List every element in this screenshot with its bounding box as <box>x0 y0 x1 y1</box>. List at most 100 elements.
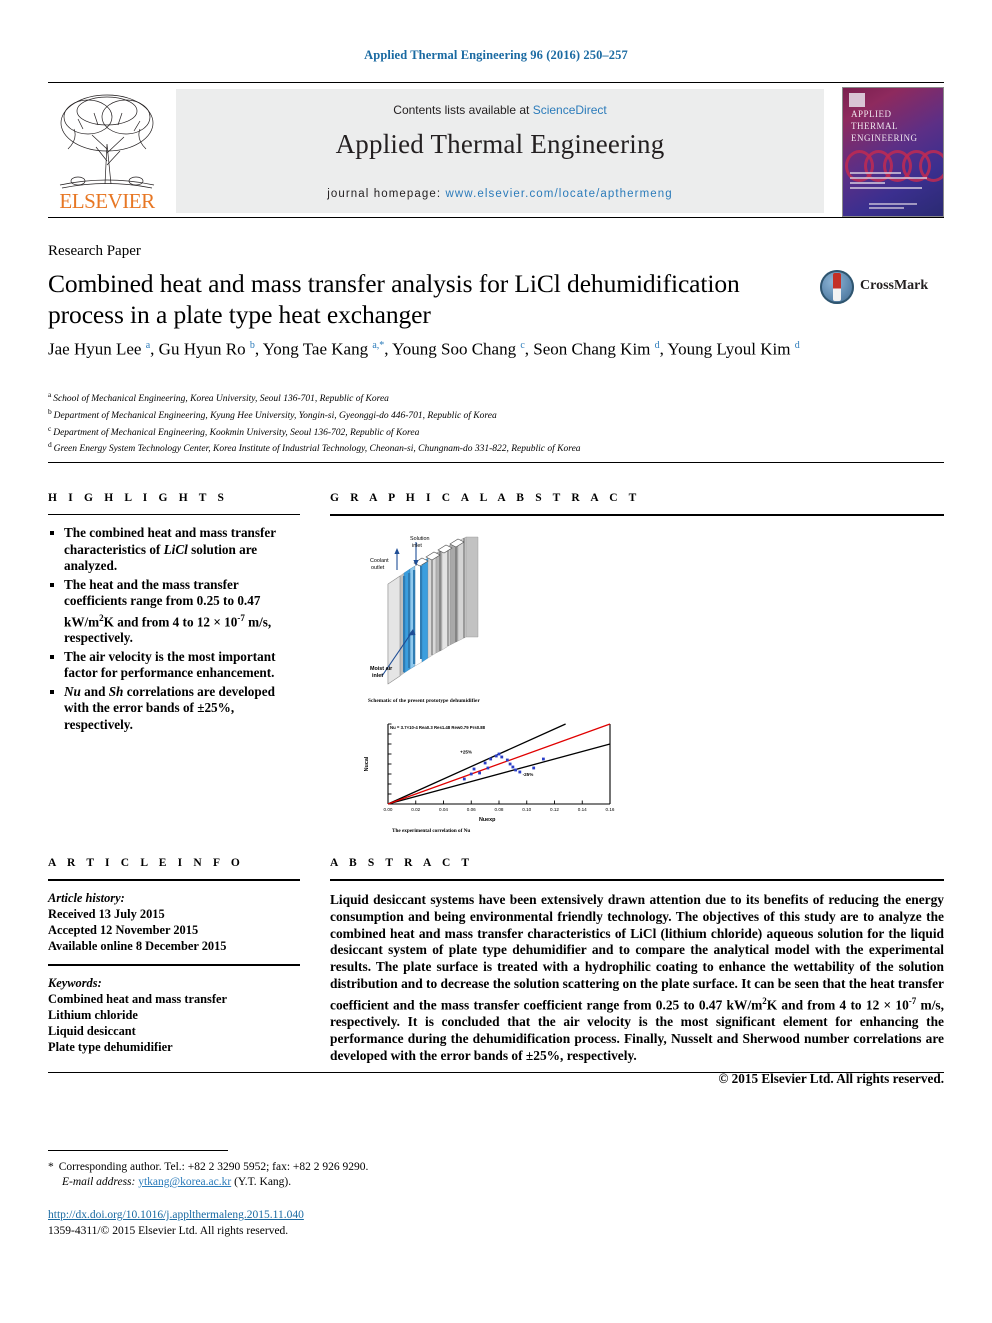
crossmark-badge[interactable]: CrossMark <box>820 270 930 306</box>
article-info-heading: A R T I C L E I N F O <box>48 857 244 869</box>
footnote-text: Corresponding author. Tel.: +82 2 3290 5… <box>58 1161 369 1173</box>
x-tick-label: 0.02 <box>411 807 420 812</box>
svg-text:outlet: outlet <box>371 565 385 571</box>
keyword-item: Plate type dehumidifier <box>48 1040 173 1054</box>
plus-band-label: +25% <box>460 750 472 755</box>
abstract-text: Liquid desiccant systems have been exten… <box>330 892 944 1063</box>
crossmark-label: CrossMark <box>860 278 929 293</box>
svg-text:inlet: inlet <box>372 673 383 679</box>
keywords-values: Combined heat and mass transfer Lithium c… <box>48 991 300 1055</box>
journal-homepage-line: journal homepage: www.elsevier.com/locat… <box>176 188 824 200</box>
running-head: Applied Thermal Engineering 96 (2016) 25… <box>364 48 628 62</box>
affiliation-list: a School of Mechanical Engineering, Kore… <box>48 389 838 456</box>
chart-caption: The experimental correlation of Nu <box>392 828 471 834</box>
homepage-link[interactable]: www.elsevier.com/locate/apthermeng <box>446 188 673 200</box>
footnote-corresponding-author: * Corresponding author. Tel.: +82 2 3290 … <box>48 1160 608 1190</box>
chart-canvas: 0.00 0.02 0.04 0.06 0.08 0.10 0.12 0.14 0.16 +25%… <box>364 723 615 823</box>
article-info-column: A R T I C L E I N F O Article history: R… <box>48 857 300 1055</box>
footnote-rule <box>48 1150 228 1151</box>
issn-copyright: 1359-4311/© 2015 Elsevier Ltd. All right… <box>48 1225 289 1237</box>
plate-stack-drawing: Solution inlet Coolant outlet Moist air … <box>370 536 479 685</box>
doi-link[interactable]: http://dx.doi.org/10.1016/j.applthermale… <box>48 1209 304 1221</box>
journal-cover-thumbnail: APPLIED THERMAL ENGINEERING <box>842 87 944 217</box>
data-point <box>518 770 522 774</box>
article-type: Research Paper <box>48 243 141 259</box>
homepage-prefix: journal homepage: <box>327 188 446 200</box>
sciencedirect-link[interactable]: ScienceDirect <box>533 103 607 117</box>
chart-annotation: Nu = 3.7×10-4 Rea0.3 Res1.48 Rew0.79 Prs… <box>390 725 486 730</box>
highlight-item: The combined heat and mass transfer char… <box>48 525 300 575</box>
author-name: Yong Tae Kang <box>262 339 373 359</box>
cover-elsevier-mark-icon <box>849 93 865 107</box>
x-axis-label: Nuexp <box>479 817 496 823</box>
footnote-star: * <box>48 1161 54 1173</box>
dehumidifier-schematic: Solution inlet Coolant outlet Moist air … <box>370 536 580 696</box>
bottom-divider <box>48 1072 944 1073</box>
masthead-band: Contents lists available at ScienceDirec… <box>176 89 824 213</box>
email-label: E-mail address: <box>62 1176 136 1188</box>
journal-article-page: Applied Thermal Engineering 96 (2016) 25… <box>0 0 992 1323</box>
x-tick-label: 0.16 <box>606 807 615 812</box>
keywords-label: Keywords: <box>48 976 102 990</box>
x-tick-label: 0.08 <box>495 807 504 812</box>
schematic-caption: Schematic of the present prototype dehum… <box>368 698 480 704</box>
author-name: Jae Hyun Lee <box>48 339 146 359</box>
author-separator: , <box>150 339 159 359</box>
article-history-block: Article history: Received 13 July 2015 Ac… <box>48 890 300 954</box>
author-name: Young Lyoul Kim <box>667 339 795 359</box>
abstract-column: A B S T R A C T Liquid desiccant systems… <box>330 857 944 1087</box>
keywords-rule <box>48 964 300 966</box>
highlight-item: The heat and the mass transfer coefficie… <box>48 577 300 647</box>
contents-prefix: Contents lists available at <box>393 103 533 117</box>
svg-text:Coolant: Coolant <box>370 558 389 564</box>
x-tick-label: 0.10 <box>522 807 531 812</box>
author-separator: , <box>384 339 393 359</box>
data-point <box>532 766 536 770</box>
affiliation-item: b Department of Mechanical Engineering, … <box>48 406 497 421</box>
author-separator: , <box>254 339 263 359</box>
article-history-item: Accepted 12 November 2015 <box>48 923 199 937</box>
data-point <box>489 757 493 761</box>
x-tick-label: 0.14 <box>578 807 587 812</box>
email-owner: (Y.T. Kang). <box>234 1176 292 1188</box>
graphical-abstract-column: G R A P H I C A L A B S T R A C T Soluti… <box>330 492 944 838</box>
data-point <box>511 765 515 769</box>
article-info-rule <box>48 879 300 881</box>
data-point <box>478 771 481 775</box>
cover-imprint <box>869 203 917 211</box>
x-tick-label: 0.06 <box>467 807 476 812</box>
contents-line: Contents lists available at ScienceDirec… <box>176 103 824 117</box>
data-point <box>505 758 509 762</box>
highlight-item: Nu and Sh correlations are developed wit… <box>48 684 300 734</box>
article-history-item: Received 13 July 2015 <box>48 907 165 921</box>
article-history-values: Received 13 July 2015 Accepted 12 Novembe… <box>48 906 300 954</box>
journal-title: Applied Thermal Engineering <box>335 129 665 159</box>
data-point <box>500 755 504 759</box>
affiliation-item: a School of Mechanical Engineering, Kore… <box>48 390 389 405</box>
x-tick-label: 0.12 <box>550 807 559 812</box>
abstract-rule <box>330 879 944 881</box>
highlights-rule <box>48 514 300 515</box>
data-point <box>514 768 518 772</box>
keyword-item: Combined heat and mass transfer <box>48 992 227 1006</box>
elsevier-tree-icon <box>59 94 155 189</box>
section-divider <box>48 462 944 463</box>
keywords-block: Keywords: Combined heat and mass transfe… <box>48 975 300 1055</box>
svg-text:inlet: inlet <box>412 543 422 549</box>
journal-masthead: ELSEVIER Contents lists available at Sci… <box>48 82 944 218</box>
data-point <box>472 767 476 771</box>
elsevier-wordmark: ELSEVIER <box>59 189 155 213</box>
data-point <box>497 752 501 756</box>
abstract-copyright: © 2015 Elsevier Ltd. All rights reserved… <box>718 1071 944 1087</box>
affiliation-item: c Department of Mechanical Engineering, … <box>48 423 420 438</box>
x-tick-label: 0.04 <box>439 807 448 812</box>
data-point <box>494 754 498 758</box>
data-point <box>483 761 487 765</box>
highlights-heading: H I G H L I G H T S <box>48 492 229 504</box>
nu-correlation-chart: 0.00 0.02 0.04 0.06 0.08 0.10 0.12 0.14 0.16 +25%… <box>358 716 618 834</box>
author-list: Jae Hyun Lee a, Gu Hyun Ro b, Yong Tae K… <box>48 333 838 362</box>
elsevier-logo: ELSEVIER <box>48 89 166 214</box>
email-link[interactable]: ytkang@korea.ac.kr <box>138 1176 231 1188</box>
x-tick-label: 0.00 <box>384 807 393 812</box>
graphical-abstract-rule <box>330 514 944 516</box>
